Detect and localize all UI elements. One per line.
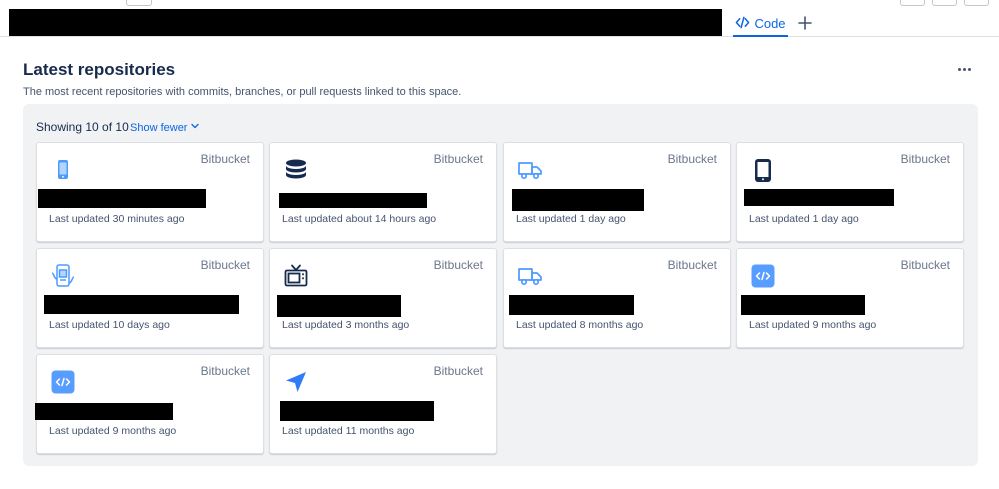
code-repository-icon bbox=[49, 368, 77, 396]
provider-label: Bitbucket bbox=[200, 364, 250, 378]
provider-label: Bitbucket bbox=[200, 152, 250, 166]
navigation-arrow-icon bbox=[282, 368, 310, 396]
section-description: The most recent repositories with commit… bbox=[23, 86, 462, 98]
last-updated: Last updated 1 day ago bbox=[749, 213, 859, 225]
repository-card[interactable]: Bitbucket Last updated 10 days ago bbox=[36, 248, 264, 348]
code-repository-icon bbox=[749, 262, 777, 290]
redacted-repository-name bbox=[744, 189, 894, 206]
tab-code-label: Code bbox=[754, 16, 786, 31]
provider-label: Bitbucket bbox=[667, 258, 717, 272]
repository-card[interactable]: Bitbucket Last updated 9 months ago bbox=[35, 354, 264, 454]
repository-card[interactable]: Bitbucket Last updated about 14 hours ag… bbox=[269, 142, 497, 242]
last-updated: Last updated 9 months ago bbox=[49, 425, 177, 437]
code-icon bbox=[735, 15, 750, 33]
provider-label: Bitbucket bbox=[900, 258, 950, 272]
provider-label: Bitbucket bbox=[433, 152, 483, 166]
repository-card[interactable]: Bitbucket Last updated 3 months ago bbox=[269, 248, 497, 348]
toolbar-button[interactable] bbox=[932, 0, 957, 6]
provider-label: Bitbucket bbox=[900, 152, 950, 166]
mobile-app-icon bbox=[49, 262, 77, 290]
redacted-repository-name bbox=[44, 295, 239, 314]
tablet-device-icon bbox=[749, 156, 777, 184]
last-updated: Last updated 3 months ago bbox=[282, 319, 410, 331]
top-navigation-bar: Code bbox=[0, 0, 999, 37]
tab-code[interactable]: Code bbox=[733, 10, 788, 37]
last-updated: Last updated 30 minutes ago bbox=[49, 213, 185, 225]
plus-icon[interactable] bbox=[797, 15, 813, 31]
repositories-panel: Showing 10 of 10 Show fewer Bitbucket La… bbox=[23, 104, 978, 466]
truck-icon bbox=[516, 262, 544, 290]
more-horizontal-icon bbox=[957, 67, 971, 71]
television-icon bbox=[282, 262, 310, 290]
provider-label: Bitbucket bbox=[433, 258, 483, 272]
toolbar-button[interactable] bbox=[964, 0, 989, 6]
redacted-repository-name bbox=[741, 295, 865, 315]
repository-card[interactable]: Bitbucket Last updated 1 day ago bbox=[503, 142, 731, 242]
last-updated: Last updated 1 day ago bbox=[516, 213, 626, 225]
truck-icon bbox=[516, 156, 544, 184]
section-title: Latest repositories bbox=[23, 60, 176, 79]
provider-label: Bitbucket bbox=[667, 152, 717, 166]
last-updated: Last updated 10 days ago bbox=[49, 319, 170, 331]
database-icon bbox=[282, 156, 310, 184]
redacted-repository-name bbox=[512, 189, 644, 211]
show-fewer-button[interactable]: Show fewer bbox=[130, 121, 200, 134]
repository-card[interactable]: Bitbucket Last updated 11 months ago bbox=[269, 354, 497, 454]
redacted-repository-name bbox=[279, 193, 427, 208]
repository-card[interactable]: Bitbucket Last updated 1 day ago bbox=[736, 142, 964, 242]
redacted-repository-name bbox=[35, 403, 173, 420]
toolbar-button[interactable] bbox=[900, 0, 925, 6]
active-tab-indicator bbox=[733, 35, 788, 37]
last-updated: Last updated 9 months ago bbox=[749, 319, 877, 331]
redacted-repository-name bbox=[277, 295, 401, 317]
redacted-repository-name bbox=[280, 401, 434, 421]
showing-count: Showing 10 of 10 bbox=[36, 120, 129, 134]
repository-card[interactable]: Bitbucket Last updated 30 minutes ago bbox=[36, 142, 264, 242]
repository-card[interactable]: Bitbucket Last updated 8 months ago bbox=[503, 248, 731, 348]
last-updated: Last updated about 14 hours ago bbox=[282, 213, 437, 225]
show-fewer-label: Show fewer bbox=[130, 121, 188, 134]
provider-label: Bitbucket bbox=[200, 258, 250, 272]
repository-card[interactable]: Bitbucket Last updated 9 months ago bbox=[736, 248, 964, 348]
toolbar-button[interactable] bbox=[126, 0, 152, 6]
mobile-phone-icon bbox=[49, 156, 77, 184]
redacted-repository-name bbox=[38, 189, 206, 208]
chevron-up-icon bbox=[190, 121, 200, 134]
last-updated: Last updated 11 months ago bbox=[282, 425, 415, 437]
redacted-space-title bbox=[9, 9, 722, 36]
redacted-repository-name bbox=[509, 295, 634, 315]
more-options-button[interactable] bbox=[952, 60, 976, 78]
provider-label: Bitbucket bbox=[433, 364, 483, 378]
last-updated: Last updated 8 months ago bbox=[516, 319, 644, 331]
